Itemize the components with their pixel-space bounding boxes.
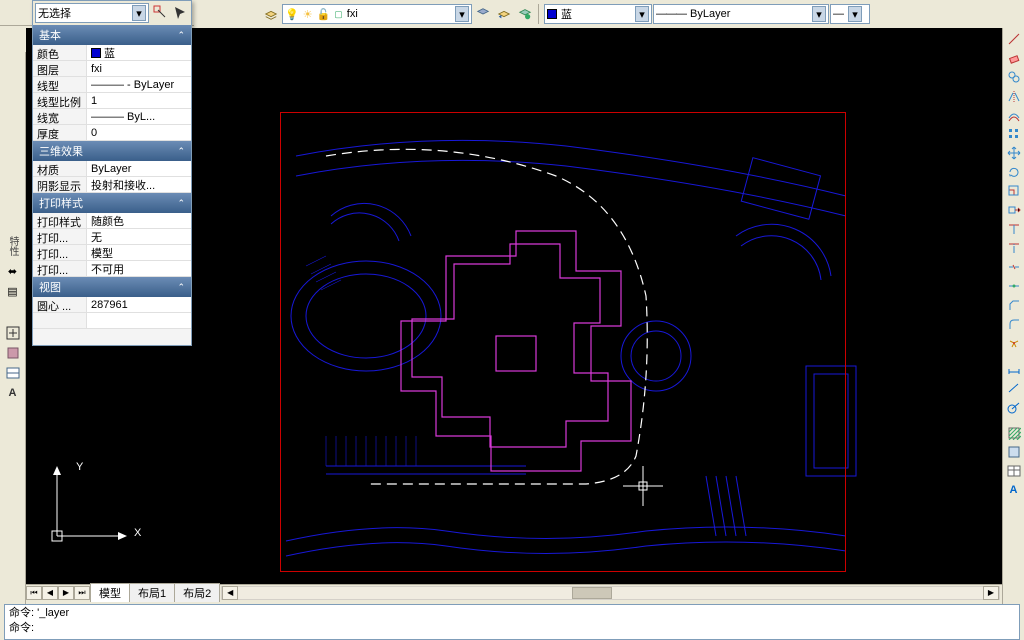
left-tool-strip: 特性 ⬌ ▤ A [0, 52, 26, 604]
layer-combo[interactable]: 💡☀🔓▢ fxi ▾ [282, 4, 472, 24]
copy-tool[interactable] [1005, 68, 1023, 86]
linetype-combo[interactable]: ——— ByLayer ▾ [653, 4, 829, 24]
linetype-combo-text: ByLayer [690, 8, 808, 20]
hscroll-track[interactable]: ◀ ▶ [221, 586, 1000, 600]
collapse-icon: ⌃ [177, 282, 185, 293]
properties-panel: 无选择 ▾ 基本⌃ 颜色蓝 图层fxi 线型——— - ByLayer 线型比例… [32, 0, 192, 346]
section-view: 圆心 ...287961 [33, 297, 191, 329]
prop-linetype[interactable]: ——— - ByLayer [87, 77, 191, 92]
extend-tool[interactable] [1005, 239, 1023, 257]
layer-prev-button[interactable] [494, 4, 514, 24]
text-tool[interactable]: A [3, 384, 23, 402]
dim-radius-button[interactable] [1005, 398, 1023, 416]
table-tool[interactable] [3, 364, 23, 382]
explode-tool[interactable] [1005, 334, 1023, 352]
layer-combo-text: fxi [347, 8, 451, 20]
hscroll-right-button[interactable]: ▶ [983, 586, 999, 600]
section-print-header[interactable]: 打印样式⌃ [33, 193, 191, 213]
layer-match-button[interactable] [473, 4, 493, 24]
toolbar-row-2: 💡☀🔓▢ fxi ▾ 蓝 ▾ ——— ByLayer ▾ — ▾ [194, 2, 1024, 26]
table-button[interactable] [1005, 462, 1023, 480]
layer-states-button[interactable] [515, 4, 535, 24]
layout-tabs-bar: ⏮ ◀ ▶ ⏭ 模型 布局1 布局2 ◀ ▶ [26, 584, 1002, 600]
command-line[interactable]: 命令: '_layer 命令: [4, 604, 1020, 640]
mtext-button[interactable]: A [1005, 481, 1023, 499]
wcs-icon[interactable] [3, 324, 23, 342]
scale-tool[interactable] [1005, 182, 1023, 200]
hscroll-thumb[interactable] [572, 587, 612, 599]
palette-menu-button[interactable]: ▤ [3, 282, 23, 300]
right-tool-palette: A [1002, 28, 1024, 604]
tab-layout1[interactable]: 布局1 [129, 583, 175, 602]
mirror-tool[interactable] [1005, 87, 1023, 105]
tab-first-button[interactable]: ⏮ [26, 586, 42, 600]
region-button[interactable] [1005, 443, 1023, 461]
section-basic: 颜色蓝 图层fxi 线型——— - ByLayer 线型比例1 线宽——— By… [33, 45, 191, 141]
command-history-line: 命令: '_layer [9, 606, 1015, 621]
collapse-icon: ⌃ [177, 30, 185, 41]
prop-layer[interactable]: fxi [87, 61, 191, 76]
chevron-down-icon[interactable]: ▾ [455, 6, 469, 22]
erase-button[interactable] [1005, 49, 1023, 67]
pickadd-button[interactable] [171, 3, 189, 21]
prop-color[interactable]: 蓝 [87, 45, 191, 60]
properties-palette-label: 特性 [5, 236, 20, 256]
dim-aligned-button[interactable] [1005, 379, 1023, 397]
quick-select-button[interactable] [151, 3, 169, 21]
prop-ltscale[interactable]: 1 [87, 93, 191, 108]
collapse-icon: ⌃ [177, 198, 185, 209]
prop-plotstyle[interactable]: 随颜色 [87, 213, 191, 228]
rotate-tool[interactable] [1005, 163, 1023, 181]
color-combo-text: 蓝 [561, 6, 631, 22]
prop-lineweight[interactable]: ——— ByL... [87, 109, 191, 124]
tab-prev-button[interactable]: ◀ [42, 586, 58, 600]
prop-material[interactable]: ByLayer [87, 161, 191, 176]
dim-linear-button[interactable] [1005, 360, 1023, 378]
move-tool[interactable] [1005, 144, 1023, 162]
layer-props-button[interactable] [261, 4, 281, 24]
section-print: 打印样式随颜色 打印...无 打印...模型 打印...不可用 [33, 213, 191, 277]
break-tool[interactable] [1005, 258, 1023, 276]
trim-tool[interactable] [1005, 220, 1023, 238]
chevron-down-icon[interactable]: ▾ [848, 6, 862, 22]
hscroll-left-button[interactable]: ◀ [222, 586, 238, 600]
collapse-icon: ⌃ [177, 146, 185, 157]
tab-layout2[interactable]: 布局2 [174, 583, 220, 602]
chevron-down-icon[interactable]: ▾ [812, 6, 826, 22]
prop-shadow[interactable]: 投射和接收... [87, 177, 191, 192]
stretch-tool[interactable] [1005, 201, 1023, 219]
prop-center[interactable]: 287961 [87, 297, 191, 312]
section-3d-header[interactable]: 三维效果⌃ [33, 141, 191, 161]
chevron-down-icon[interactable]: ▾ [132, 5, 146, 21]
join-tool[interactable] [1005, 277, 1023, 295]
selection-combo[interactable]: 无选择 ▾ [35, 3, 149, 23]
lineweight-combo[interactable]: — ▾ [830, 4, 870, 24]
chamfer-tool[interactable] [1005, 296, 1023, 314]
fillet-tool[interactable] [1005, 315, 1023, 333]
prop-thickness[interactable]: 0 [87, 125, 191, 140]
draw-line-button[interactable] [1005, 30, 1023, 48]
array-tool[interactable] [1005, 125, 1023, 143]
palette-autohide-button[interactable]: ⬌ [3, 262, 23, 280]
tab-last-button[interactable]: ⏭ [74, 586, 90, 600]
block-tool[interactable] [3, 344, 23, 362]
color-combo[interactable]: 蓝 ▾ [544, 4, 652, 24]
tab-next-button[interactable]: ▶ [58, 586, 74, 600]
tab-model[interactable]: 模型 [90, 583, 130, 602]
hatch-button[interactable] [1005, 424, 1023, 442]
viewport-border [280, 112, 846, 572]
section-view-header[interactable]: 视图⌃ [33, 277, 191, 297]
command-prompt: 命令: [9, 621, 1015, 636]
chevron-down-icon[interactable]: ▾ [635, 6, 649, 22]
section-3d: 材质ByLayer 阴影显示投射和接收... [33, 161, 191, 193]
ucs-icon: Y X [42, 461, 132, 554]
offset-tool[interactable] [1005, 106, 1023, 124]
section-basic-header[interactable]: 基本⌃ [33, 25, 191, 45]
